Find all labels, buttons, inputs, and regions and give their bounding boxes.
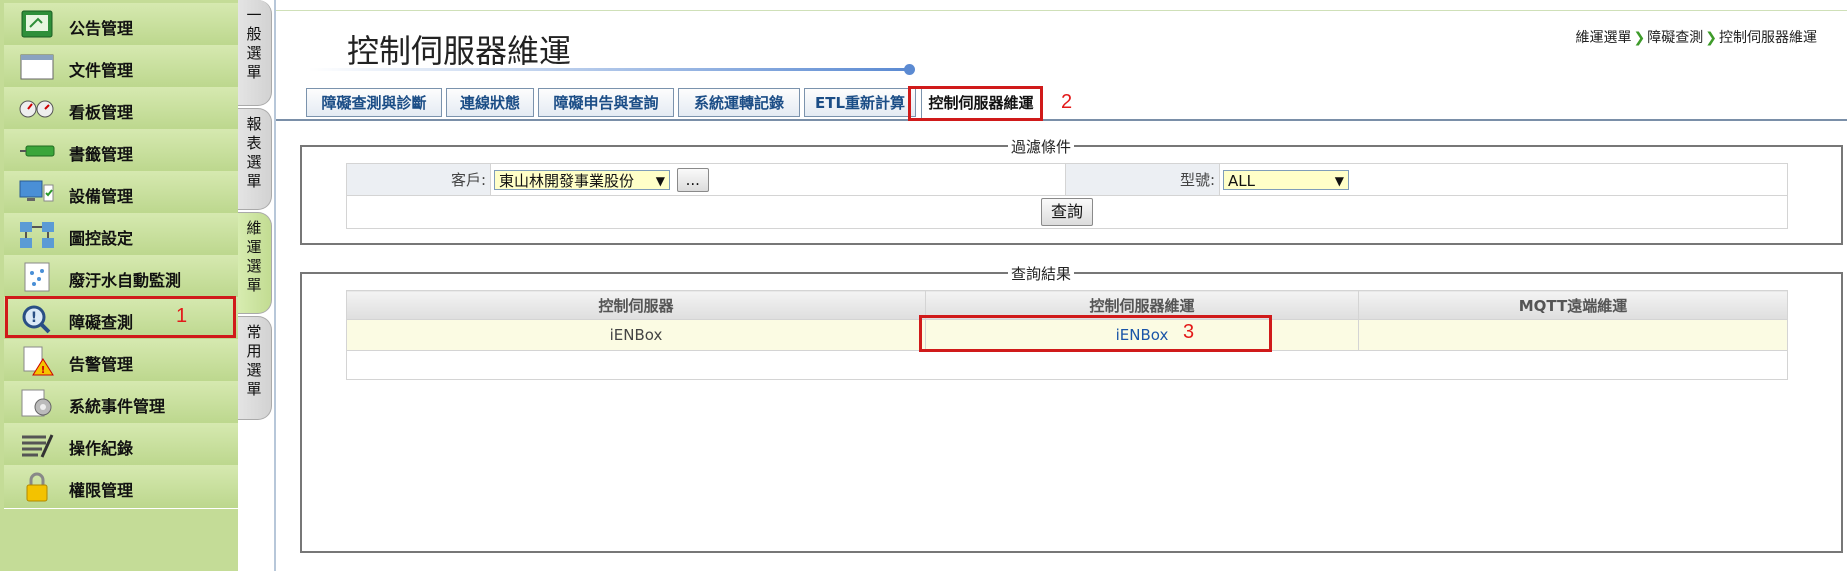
menu-item-permissions[interactable]: 權限管理 <box>4 465 238 509</box>
server-cell: iENBox <box>346 319 926 351</box>
model-select[interactable]: ALL ▼ <box>1223 169 1349 190</box>
left-menu: 公告管理 文件管理 看板管理 書籤管理 設備管理 圖控設定 廢汙水自動監測 ! … <box>0 0 239 571</box>
customer-cell: 東山林開發事業股份 ▼ ... <box>490 163 1066 196</box>
query-button-cell: 查詢 <box>346 195 1788 229</box>
tab-fault-diagnosis[interactable]: 障礙查測與診斷 <box>306 88 442 117</box>
mqtt-cell <box>1358 319 1788 351</box>
filter-legend: 過濾條件 <box>1008 136 1075 157</box>
tab-connection-status[interactable]: 連線狀態 <box>446 88 534 117</box>
query-button[interactable]: 查詢 <box>1041 198 1093 226</box>
diagram-icon <box>20 222 54 248</box>
filter-fieldset: 過濾條件 客戶: 東山林開發事業股份 ▼ ... 型號: ALL ▼ 查詢 <box>300 136 1843 245</box>
alert-icon: ! <box>23 346 54 376</box>
vtab-general-menu[interactable]: 一般選單 <box>238 0 272 106</box>
column-header-server: 控制伺服器 <box>346 290 926 320</box>
model-label: 型號: <box>1065 163 1220 196</box>
customer-select-value: 東山林開發事業股份 <box>499 171 635 190</box>
dropdown-arrow-icon: ▼ <box>655 173 665 188</box>
tab-etl-recalc[interactable]: ETL重新計算 <box>804 88 916 117</box>
menu-label: 公告管理 <box>69 19 134 38</box>
dropdown-arrow-icon: ▼ <box>1334 173 1344 188</box>
title-underline-dot <box>904 64 915 75</box>
vertical-menu-tabs: 一般選單 報表選單 維運選單 常用選單 <box>238 0 276 571</box>
main-content: 控制伺服器維運 維運選單 ❯ 障礙查測 ❯ 控制伺服器維運 障礙查測與診斷 連線狀態 障… <box>276 0 1847 571</box>
annotation-number: 2 <box>1061 91 1073 113</box>
menu-label: 書籤管理 <box>69 145 134 164</box>
customer-select[interactable]: 東山林開發事業股份 ▼ <box>494 169 670 190</box>
vtab-label: 一般選單 <box>246 6 262 81</box>
menu-item-equipment[interactable]: 設備管理 <box>4 171 238 215</box>
table-footer-cell <box>346 350 1788 380</box>
breadcrumb-item[interactable]: 障礙查測 <box>1647 30 1703 46</box>
customer-browse-button[interactable]: ... <box>676 167 709 192</box>
menu-label: 系統事件管理 <box>69 397 166 416</box>
menu-label: 圖控設定 <box>69 229 134 248</box>
bookmark-icon <box>20 145 55 157</box>
breadcrumb: 維運選單 ❯ 障礙查測 ❯ 控制伺服器維運 <box>1576 27 1817 47</box>
menu-item-wastewater[interactable]: 廢汙水自動監測 <box>4 255 238 299</box>
chevron-right-icon: ❯ <box>1705 30 1717 46</box>
menu-item-dashboard[interactable]: 看板管理 <box>4 87 238 131</box>
menu-item-operation-log[interactable]: 操作紀錄 <box>4 423 238 467</box>
menu-label: 文件管理 <box>69 61 134 80</box>
dashboard-gauge-icon <box>19 100 54 118</box>
fault-search-highlight <box>5 296 236 338</box>
active-tab-highlight <box>908 86 1043 121</box>
operation-log-icon <box>22 434 54 458</box>
menu-item-alerts[interactable]: ! 告警管理 <box>4 339 238 383</box>
menu-item-bulletin[interactable]: 公告管理 <box>4 3 238 47</box>
page-title: 控制伺服器維運 <box>347 32 572 70</box>
model-select-value: ALL <box>1228 171 1255 190</box>
vtab-label: 常用選單 <box>246 323 262 398</box>
results-legend: 查詢結果 <box>1008 263 1075 284</box>
customer-label: 客戶: <box>346 163 491 196</box>
menu-item-diagram[interactable]: 圖控設定 <box>4 213 238 257</box>
chevron-right-icon: ❯ <box>1633 30 1646 46</box>
column-header-mqtt: MQTT遠端維運 <box>1358 290 1788 320</box>
annotation-number: 3 <box>1183 321 1195 343</box>
system-event-icon <box>21 389 52 417</box>
title-underline <box>309 68 909 71</box>
menu-label: 權限管理 <box>69 481 134 500</box>
menu-label: 看板管理 <box>69 103 134 122</box>
tab-system-operation-log[interactable]: 系統運轉記錄 <box>678 88 800 117</box>
menu-label: 廢汙水自動監測 <box>69 271 182 290</box>
vtab-maintenance-menu[interactable]: 維運選單 <box>238 212 272 314</box>
bulletin-icon <box>21 10 53 38</box>
tab-fault-report[interactable]: 障礙申告與查詢 <box>538 88 674 117</box>
wastewater-monitor-icon <box>24 262 50 292</box>
breadcrumb-item[interactable]: 維運選單 <box>1576 30 1632 46</box>
vtab-label: 報表選單 <box>246 115 262 190</box>
model-cell: ALL ▼ <box>1219 163 1788 196</box>
breadcrumb-item: 控制伺服器維運 <box>1719 30 1817 46</box>
vtab-report-menu[interactable]: 報表選單 <box>238 108 272 210</box>
equipment-icon <box>19 180 54 202</box>
lock-icon <box>26 472 48 502</box>
top-border <box>276 0 1847 11</box>
menu-label: 操作紀錄 <box>69 439 134 458</box>
menu-label: 告警管理 <box>69 355 134 374</box>
maintenance-link-highlight <box>919 315 1272 352</box>
table-footer-row <box>346 350 1788 380</box>
menu-item-documents[interactable]: 文件管理 <box>4 45 238 89</box>
menu-item-bookmarks[interactable]: 書籤管理 <box>4 129 238 173</box>
vtab-common-menu[interactable]: 常用選單 <box>238 316 272 420</box>
menu-label: 設備管理 <box>69 187 134 206</box>
menu-item-system-events[interactable]: 系統事件管理 <box>4 381 238 425</box>
vtab-label: 維運選單 <box>246 219 262 294</box>
svg-text:!: ! <box>41 365 46 376</box>
document-icon <box>20 54 54 80</box>
filter-table: 客戶: 東山林開發事業股份 ▼ ... 型號: ALL ▼ 查詢 <box>346 163 1788 229</box>
